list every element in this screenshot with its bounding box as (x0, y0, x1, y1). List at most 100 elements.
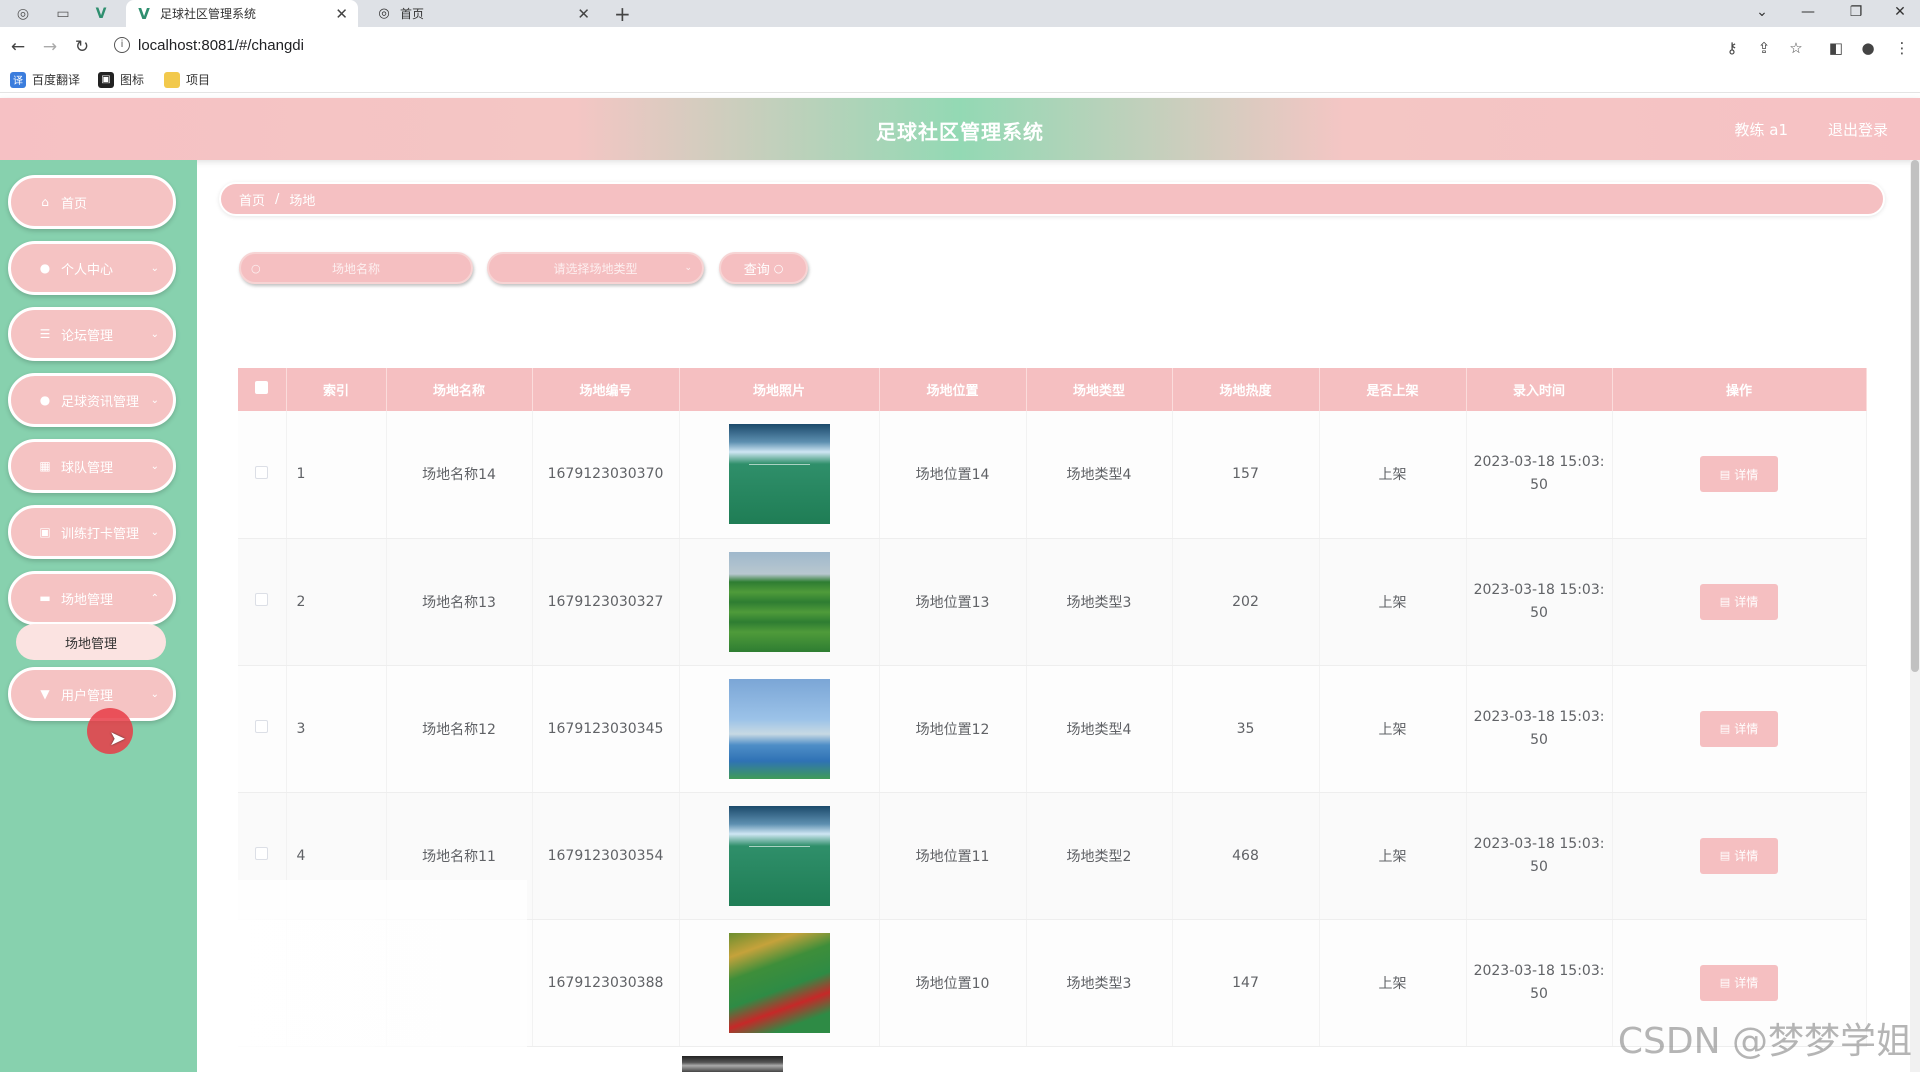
sidebar-item-personal-center[interactable]: ● 个人中心 ⌄ (8, 241, 176, 295)
breadcrumb-home[interactable]: 首页 (239, 190, 265, 209)
chevron-up-icon: ⌃ (150, 592, 159, 604)
header-code: 场地编号 (532, 368, 680, 411)
cell-location: 场地位置13 (879, 538, 1027, 666)
select-all-checkbox[interactable] (238, 368, 287, 411)
bookmark-project-folder[interactable]: 项目 (164, 71, 210, 88)
url-text[interactable]: localhost:8081/#/changdi (138, 37, 304, 54)
cell-status: 上架 (1319, 919, 1467, 1047)
cell-name: 场地名称14 (386, 411, 533, 539)
pinned-tab-vue-icon[interactable]: V (88, 3, 114, 25)
time-part-1: 2023-03-18 15:03: (1473, 708, 1605, 725)
sidebar-item-home[interactable]: ⌂ 首页 (8, 175, 176, 229)
venue-photo[interactable] (728, 678, 830, 779)
cell-code: 1679123030370 (532, 411, 680, 539)
user-icon: ● (39, 393, 51, 407)
forward-arrow-icon[interactable]: → (38, 35, 62, 59)
header-name: 场地名称 (386, 368, 533, 411)
close-window-icon[interactable]: ✕ (1880, 0, 1920, 24)
detail-button[interactable]: ▤ 详情 (1700, 456, 1778, 493)
chevron-down-icon: ⌄ (150, 526, 159, 538)
chevron-down-icon: ⌄ (684, 263, 692, 273)
bookmark-label: 百度翻译 (32, 73, 81, 87)
site-info-icon[interactable]: i (114, 37, 130, 53)
new-tab-icon[interactable]: + (614, 0, 631, 27)
chevron-down-icon: ⌄ (150, 688, 159, 700)
cell-actions: ▤ 详情 (1612, 538, 1867, 666)
pinned-tab-blank-icon[interactable]: ▭ (50, 3, 76, 25)
tab-active[interactable]: V 足球社区管理系统 ✕ (126, 0, 358, 27)
vue-favicon-icon: V (138, 4, 150, 23)
detail-button[interactable]: ▤ 详情 (1700, 964, 1778, 1001)
key-icon[interactable]: ⚷ (1722, 38, 1742, 58)
venue-type-select[interactable]: 请选择场地类型 ⌄ (487, 252, 704, 284)
sidebar-item-news[interactable]: ● 足球资讯管理 ⌄ (8, 373, 176, 427)
detail-button-label: 详情 (1734, 976, 1759, 990)
sidebar-item-training[interactable]: ▣ 训练打卡管理 ⌄ (8, 505, 176, 559)
translate-icon: 译 (10, 71, 26, 88)
chevron-down-icon: ⌄ (150, 328, 159, 340)
side-panel-icon[interactable]: ◧ (1826, 38, 1846, 58)
row-checkbox[interactable] (238, 538, 287, 666)
breadcrumb-current: 场地 (289, 193, 316, 209)
more-menu-icon[interactable]: ⋮ (1892, 38, 1912, 58)
profile-avatar-icon[interactable]: ● (1858, 38, 1878, 58)
address-bar: ← → ↻ i localhost:8081/#/changdi ⚷ ⇪ ☆ ◧… (0, 27, 1920, 67)
detail-button[interactable]: ▤ 详情 (1700, 837, 1778, 874)
cell-actions: ▤ 详情 (1612, 411, 1867, 539)
cell-actions: ▤ 详情 (1612, 665, 1867, 793)
cell-heat: 468 (1172, 792, 1320, 920)
reload-icon[interactable]: ↻ (70, 35, 94, 59)
row-checkbox[interactable] (238, 665, 287, 793)
tab-close-icon[interactable]: ✕ (335, 5, 348, 23)
pinned-tab-globe-icon[interactable]: ◎ (10, 3, 36, 25)
tab-search-chevron-icon[interactable]: ⌄ (1742, 0, 1782, 24)
bookmark-baidu-translate[interactable]: 译 百度翻译 (10, 71, 80, 88)
blur-overlay (197, 880, 527, 1072)
chevron-down-icon: ⌄ (150, 460, 159, 472)
document-icon: ▤ (1719, 976, 1731, 989)
submenu-venue-management[interactable]: 场地管理 (16, 624, 166, 660)
sidebar-item-label: 足球资讯管理 (61, 394, 140, 410)
bookmark-star-icon[interactable]: ☆ (1786, 38, 1806, 58)
venue-photo[interactable] (728, 551, 830, 652)
time-part-1: 2023-03-18 15:03: (1473, 835, 1605, 852)
sidebar-item-forum[interactable]: ☰ 论坛管理 ⌄ (8, 307, 176, 361)
bookmark-label: 项目 (186, 73, 211, 87)
restore-icon[interactable]: ❐ (1836, 0, 1876, 24)
cup-icon: ▼ (40, 687, 50, 701)
bookmark-icons[interactable]: ▣ 图标 (98, 71, 144, 88)
cell-actions: ▤ 详情 (1612, 792, 1867, 920)
venue-photo[interactable] (728, 932, 830, 1033)
cell-time: 2023-03-18 15:03: 50 (1466, 538, 1613, 666)
cell-time: 2023-03-18 15:03: 50 (1466, 665, 1613, 793)
venue-name-placeholder: 场地名称 (331, 261, 380, 276)
cell-type: 场地类型4 (1026, 665, 1173, 793)
minimize-icon[interactable]: — (1788, 0, 1828, 24)
row-checkbox[interactable] (238, 411, 287, 539)
tab-home[interactable]: ◎ 首页 ✕ (366, 0, 600, 27)
venue-name-input[interactable]: ○ 场地名称 (239, 252, 473, 284)
time-part-2: 50 (1530, 604, 1548, 621)
page-scrollbar-thumb[interactable] (1911, 160, 1919, 672)
sidebar-item-venue[interactable]: ▬ 场地管理 ⌃ (8, 571, 176, 625)
logout-link[interactable]: 退出登录 (1828, 119, 1888, 140)
chevron-down-icon: ⌄ (150, 262, 159, 274)
grid-icon: ▦ (39, 459, 51, 473)
cell-type: 场地类型4 (1026, 411, 1173, 539)
venue-photo[interactable] (728, 424, 830, 525)
header-index: 索引 (286, 368, 387, 411)
sidebar-item-users[interactable]: ▼ 用户管理 ⌄ (8, 667, 176, 721)
tab-close-icon[interactable]: ✕ (577, 5, 590, 23)
share-icon[interactable]: ⇪ (1754, 38, 1774, 58)
query-button[interactable]: 查询 ○ (719, 252, 808, 284)
cell-photo (679, 919, 880, 1047)
sidebar-item-team[interactable]: ▦ 球队管理 ⌄ (8, 439, 176, 493)
time-part-1: 2023-03-18 15:03: (1473, 581, 1605, 598)
back-arrow-icon[interactable]: ← (6, 35, 30, 59)
detail-button-label: 详情 (1734, 467, 1759, 482)
detail-button[interactable]: ▤ 详情 (1700, 710, 1778, 747)
cell-code: 1679123030345 (532, 665, 680, 793)
cell-name: 场地名称12 (386, 665, 533, 793)
detail-button[interactable]: ▤ 详情 (1700, 583, 1778, 620)
venue-photo[interactable] (728, 805, 830, 906)
